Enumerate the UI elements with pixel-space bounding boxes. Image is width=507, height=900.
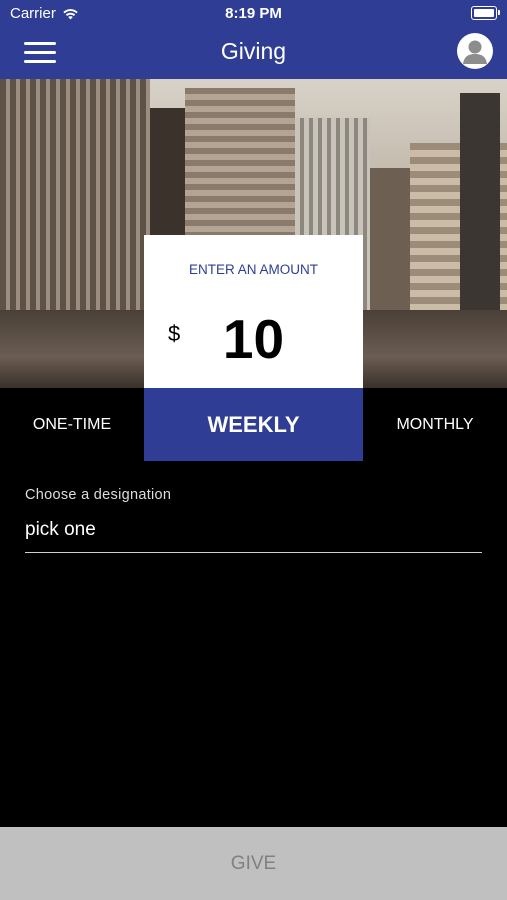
designation-select[interactable]: pick one (25, 508, 482, 553)
status-bar: Carrier 8:19 PM (0, 0, 507, 28)
tab-monthly[interactable]: MONTHLY (363, 388, 507, 461)
designation-label: Choose a designation (25, 487, 172, 503)
amount-label: ENTER AN AMOUNT (188, 262, 318, 277)
clock: 8:19 PM (225, 5, 282, 22)
frequency-tabs: ONE-TIME WEEKLY MONTHLY (0, 388, 507, 461)
amount-card[interactable]: ENTER AN AMOUNT $ 10 (144, 235, 363, 388)
nav-bar: Giving (0, 28, 507, 79)
give-button[interactable]: GIVE (0, 827, 507, 900)
battery-icon (471, 6, 500, 20)
page-title: Giving (220, 38, 287, 64)
tab-weekly[interactable]: WEEKLY (144, 388, 363, 461)
tab-one-time[interactable]: ONE-TIME (0, 388, 144, 461)
user-avatar-icon[interactable] (457, 33, 493, 69)
amount-input[interactable]: 10 (144, 307, 363, 371)
